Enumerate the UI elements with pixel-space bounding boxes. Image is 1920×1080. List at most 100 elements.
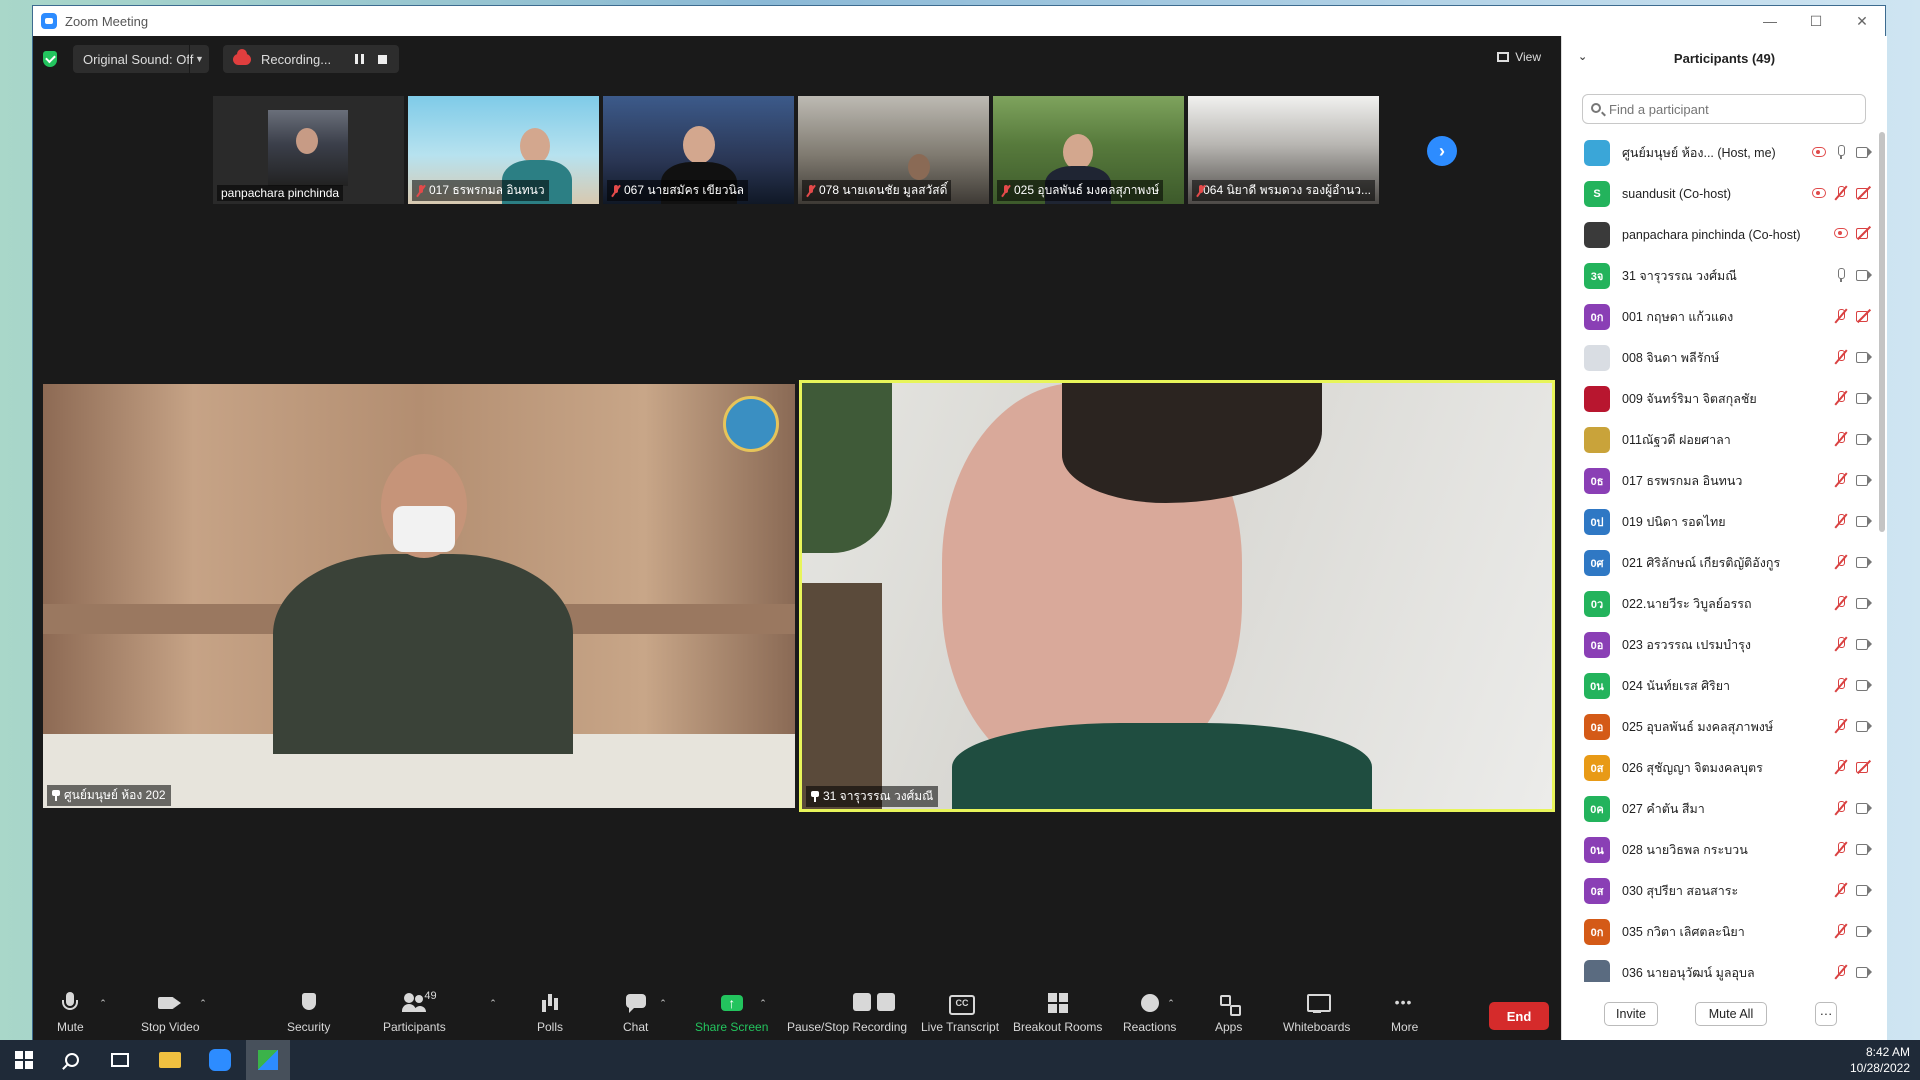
video-thumbnail[interactable]: 025 อุบลพันธ์ มงคลสุภาพงษ์ [993, 96, 1184, 204]
start-button[interactable] [12, 1048, 36, 1072]
participant-row[interactable]: 0อ 023 อรวรรณ เปรมบำรุง [1562, 624, 1880, 665]
more-button[interactable]: More [1391, 992, 1418, 1034]
muted-microphone-icon[interactable] [1834, 678, 1848, 692]
muted-microphone-icon[interactable] [1834, 965, 1848, 979]
muted-mic-icon [1196, 184, 1204, 197]
muted-microphone-icon[interactable] [1834, 801, 1848, 815]
stop-recording-icon[interactable] [378, 55, 387, 64]
pause-stop-recording-button[interactable]: Pause/Stop Recording [787, 992, 907, 1034]
muted-microphone-icon[interactable] [1834, 842, 1848, 856]
muted-microphone-icon[interactable] [1834, 432, 1848, 446]
participant-row[interactable]: Ssuandusit (Co-host) [1562, 173, 1880, 214]
participant-row[interactable]: 036 นายอนุวัฒน์ มูลอุบล [1562, 952, 1880, 982]
participant-row[interactable]: 0ว 022.นายวีระ วิบูลย์อรรถ [1562, 583, 1880, 624]
participant-row[interactable]: ศูนย์มนุษย์ ห้อง... (Host, me) [1562, 132, 1880, 173]
polls-button[interactable]: Polls [537, 992, 563, 1034]
apps-button[interactable]: Apps [1215, 992, 1242, 1034]
muted-microphone-icon[interactable] [1834, 473, 1848, 487]
participant-row[interactable]: 0ป 019 ปนิดา รอดไทย [1562, 501, 1880, 542]
whiteboards-button[interactable]: Whiteboards [1283, 992, 1350, 1034]
invite-button[interactable]: Invite [1604, 1002, 1658, 1026]
encryption-shield-icon[interactable] [43, 51, 57, 67]
end-meeting-button[interactable]: End [1489, 1002, 1549, 1030]
participants-panel-title: Participants (49) [1673, 50, 1776, 66]
muted-microphone-icon[interactable] [1834, 555, 1848, 569]
task-view-button[interactable] [108, 1048, 132, 1072]
video-camera-icon [1856, 269, 1872, 281]
live-transcript-button[interactable]: Live Transcript [921, 992, 999, 1034]
video-thumbnail[interactable]: 064 นิยาดี พรมดวง รองผู้อำนว... [1188, 96, 1379, 204]
video-off-icon [1856, 187, 1872, 199]
participant-row[interactable]: 0ก 001 กฤษดา แก้วแดง [1562, 296, 1880, 337]
thumbnail-name-label: 017 ธรพรกมล อินทนว [412, 180, 549, 201]
participant-row[interactable]: 0ส 026 สุชัญญา จิตมงคลบุตร [1562, 747, 1880, 788]
muted-microphone-icon[interactable] [1834, 596, 1848, 610]
chevron-right-icon: › [1439, 140, 1445, 161]
participant-row[interactable]: 0อ 025 อุบลพันธ์ มงคลสุภาพงษ์ [1562, 706, 1880, 747]
participant-row[interactable]: 009 จันทร์ริมา จิตสกุลชัย [1562, 378, 1880, 419]
participant-row[interactable]: 0ก 035 กวิตา เลิศตละนิยา [1562, 911, 1880, 952]
mute-button[interactable]: Mute [57, 992, 84, 1034]
zoom-taskbar-button[interactable] [208, 1048, 232, 1072]
participant-row[interactable]: 008 จินดา พลีรักษ์ [1562, 337, 1880, 378]
share-screen-button[interactable]: Share Screen [695, 992, 768, 1034]
security-button[interactable]: Security [287, 992, 330, 1034]
participant-list-scrollbar[interactable] [1879, 132, 1885, 532]
view-button[interactable]: View [1497, 50, 1541, 64]
participant-row[interactable]: 3จ 31 จารุวรรณ วงศ์มณี [1562, 255, 1880, 296]
muted-microphone-icon[interactable] [1834, 391, 1848, 405]
video-thumbnail[interactable]: 067 นายสมัคร เขียวนิล [603, 96, 794, 204]
mute-all-button[interactable]: Mute All [1695, 1002, 1767, 1026]
participant-row[interactable]: 0น 024 นันท์ยเรส ศิริยา [1562, 665, 1880, 706]
chevron-up-icon: ⌃ [759, 998, 767, 1008]
pause-recording-icon[interactable] [355, 54, 364, 64]
participant-name: 030 สุปรียา สอนสาระ [1622, 883, 1739, 898]
muted-microphone-icon[interactable] [1834, 309, 1848, 323]
breakout-rooms-icon [1046, 992, 1070, 1014]
participant-row[interactable]: 0ธ 017 ธรพรกมล อินทนว [1562, 460, 1880, 501]
muted-microphone-icon[interactable] [1834, 350, 1848, 364]
muted-microphone-icon[interactable] [1834, 924, 1848, 938]
more-options-button[interactable]: ··· [1815, 1002, 1837, 1026]
video-camera-icon [1856, 843, 1872, 855]
avatar: 0ก [1584, 918, 1610, 945]
original-sound-button[interactable]: Original Sound: Off ▼ [73, 45, 209, 73]
minimize-icon[interactable]: — [1747, 6, 1793, 36]
main-video-left[interactable]: ศูนย์มนุษย์ ห้อง 202 [43, 384, 795, 808]
participant-row[interactable]: 0น 028 นายวิธพล กระบวน [1562, 829, 1880, 870]
close-icon[interactable]: ✕ [1839, 6, 1885, 36]
chat-button[interactable]: Chat [623, 992, 648, 1034]
participant-row[interactable]: 0ค 027 คำตัน สีมา [1562, 788, 1880, 829]
video-thumbnail[interactable]: panpachara pinchinda [213, 96, 404, 204]
muted-microphone-icon[interactable] [1834, 637, 1848, 651]
participant-row[interactable]: 0ศ 021 ศิริลักษณ์ เกียรติญัติอังกูร [1562, 542, 1880, 583]
video-thumbnail[interactable]: 078 นายเดนชัย มูลสวัสดิ์ [798, 96, 989, 204]
participants-button[interactable]: 49 Participants [383, 990, 446, 1034]
file-explorer-button[interactable] [158, 1048, 182, 1072]
taskbar-search-button[interactable] [60, 1048, 84, 1072]
microphone-icon[interactable] [1834, 268, 1848, 282]
participant-name: 31 จารุวรรณ วงศ์มณี [1622, 268, 1737, 283]
participant-row[interactable]: 0ส 030 สุปรียา สอนสาระ [1562, 870, 1880, 911]
muted-mic-icon [1001, 184, 1011, 197]
microphone-icon[interactable] [1834, 145, 1848, 159]
system-clock[interactable]: 8:42 AM 10/28/2022 [1850, 1044, 1910, 1076]
maximize-icon[interactable]: ☐ [1793, 6, 1839, 36]
muted-microphone-icon[interactable] [1834, 514, 1848, 528]
breakout-rooms-button[interactable]: Breakout Rooms [1013, 992, 1102, 1034]
participant-name: ศูนย์มนุษย์ ห้อง 202 [64, 788, 166, 802]
main-video-right-active-speaker[interactable]: 31 จารุวรรณ วงศ์มณี [799, 380, 1555, 812]
muted-microphone-icon[interactable] [1834, 760, 1848, 774]
chevron-down-icon[interactable]: ▼ [189, 45, 209, 73]
participant-row[interactable]: panpachara pinchinda (Co-host) [1562, 214, 1880, 255]
muted-microphone-icon[interactable] [1834, 883, 1848, 897]
next-page-button[interactable]: › [1427, 136, 1457, 166]
stop-video-button[interactable]: Stop Video [141, 992, 200, 1034]
muted-microphone-icon[interactable] [1834, 719, 1848, 733]
video-thumbnail[interactable]: 017 ธรพรกมล อินทนว [408, 96, 599, 204]
participant-search-input[interactable] [1582, 94, 1866, 124]
participant-row[interactable]: 011ณัฐวดี ฝอยศาลา [1562, 419, 1880, 460]
muted-microphone-icon[interactable] [1834, 186, 1848, 200]
collapse-chevron-icon[interactable]: ⌄ [1578, 50, 1587, 63]
active-app-taskbar-button[interactable] [246, 1040, 290, 1080]
